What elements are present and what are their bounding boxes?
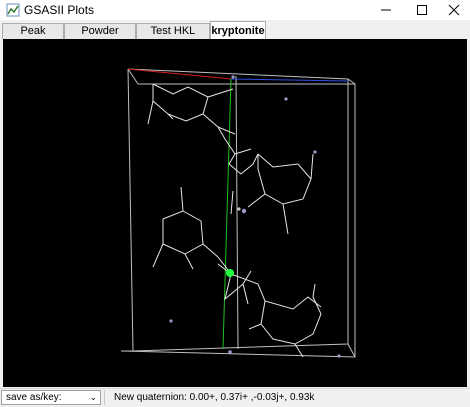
tab-test-hkl-phases[interactable]: Test HKL phases	[136, 23, 210, 52]
selected-atom	[226, 269, 234, 277]
tab-powder-patterns[interactable]: Powder Patterns	[64, 23, 136, 52]
window-title: GSASII Plots	[24, 3, 95, 17]
chevron-down-icon: ⌄	[89, 392, 97, 402]
status-message: New quaternion: 0.00+, 0.37i+ ,-0.03j+, …	[114, 392, 315, 403]
structure-plot-canvas[interactable]	[3, 39, 467, 387]
close-button[interactable]	[438, 0, 470, 20]
status-divider	[104, 390, 105, 405]
minimize-button[interactable]	[370, 0, 402, 20]
unit-cell	[120, 68, 356, 358]
tab-peak-widths[interactable]: Peak Widths	[2, 23, 64, 52]
molecule-bonds	[147, 83, 322, 358]
window-titlebar: GSASII Plots	[0, 0, 470, 20]
status-bar: save as/key: ⌄ New quaternion: 0.00+, 0.…	[0, 388, 470, 407]
app-icon	[6, 3, 20, 17]
close-icon	[448, 4, 460, 16]
save-as-key-label: save as/key:	[6, 392, 62, 403]
tab-bar: Peak Widths Powder Patterns Test HKL pha…	[0, 21, 470, 52]
maximize-icon	[417, 5, 427, 15]
minimize-icon	[381, 9, 391, 11]
save-as-key-dropdown[interactable]: save as/key: ⌄	[1, 390, 101, 405]
tab-kryptonite[interactable]: kryptonite	[210, 21, 266, 40]
maximize-button[interactable]	[406, 0, 438, 20]
crystal-structure-drawing[interactable]	[3, 39, 467, 387]
